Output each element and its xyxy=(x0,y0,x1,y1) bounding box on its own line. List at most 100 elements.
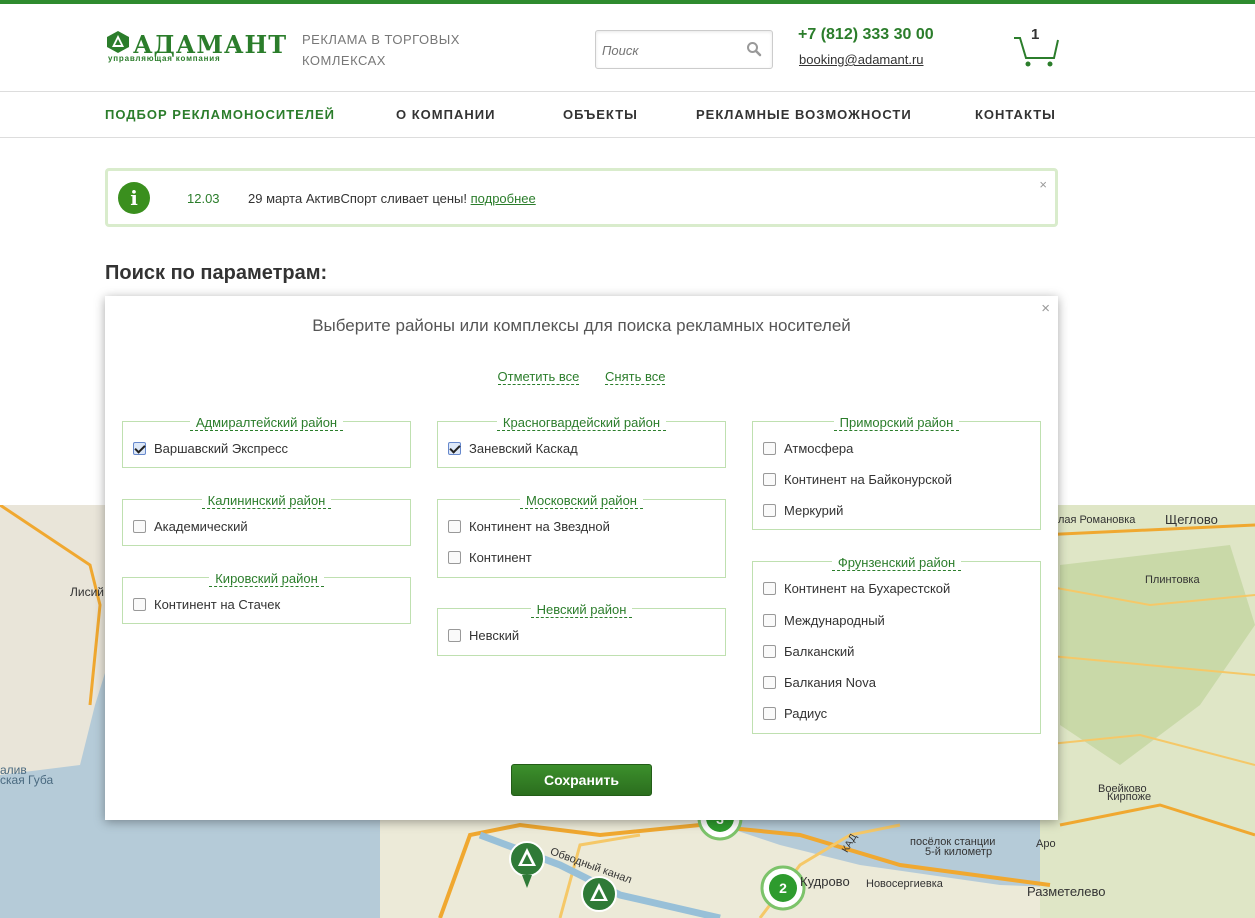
map-label: Щеглово xyxy=(1165,512,1218,527)
district-group: Красногвардейский район Заневский Каскад xyxy=(437,415,726,468)
map-label: Кирпоже xyxy=(1107,791,1152,803)
map-marker-icon[interactable] xyxy=(580,875,618,918)
search-box[interactable] xyxy=(595,30,773,69)
checkbox[interactable] xyxy=(448,519,461,533)
complex-option[interactable]: Континент на Звездной xyxy=(448,516,610,536)
nav-item-ad-options[interactable]: РЕКЛАМНЫЕ ВОЗМОЖНОСТИ xyxy=(696,107,912,122)
district-group: Приморский район Атмосфера Континент на … xyxy=(752,415,1041,530)
email-link[interactable]: booking@adamant.ru xyxy=(799,52,924,67)
district-group: Фрунзенский район Континент на Бухарестс… xyxy=(752,555,1041,734)
complex-option[interactable]: Радиус xyxy=(763,703,827,723)
complex-option[interactable]: Заневский Каскад xyxy=(448,438,578,458)
district-name[interactable]: Адмиралтейский район xyxy=(189,415,344,431)
map-label: лая Романовка xyxy=(1058,514,1136,526)
map-label: Плинтовка xyxy=(1145,574,1200,586)
complex-option[interactable]: Балкания Nova xyxy=(763,672,876,692)
complex-label: Варшавский Экспресс xyxy=(154,440,289,456)
district-name[interactable]: Красногвардейский район xyxy=(496,415,667,431)
complex-option[interactable]: Континент на Бухарестской xyxy=(763,578,950,598)
section-title: Поиск по параметрам: xyxy=(105,262,328,284)
complex-label: Атмосфера xyxy=(784,440,854,456)
notice-more-link[interactable]: подробнее xyxy=(471,191,536,206)
complex-option[interactable]: Меркурий xyxy=(763,500,843,520)
search-input[interactable] xyxy=(602,39,742,61)
dialog-title: Выберите районы или комплексы для поиска… xyxy=(312,316,851,335)
checkbox[interactable] xyxy=(763,644,776,658)
complex-option[interactable]: Невский xyxy=(448,625,519,645)
notice-close-icon[interactable]: × xyxy=(1039,177,1047,192)
district-group: Калининский район Академический xyxy=(122,493,411,546)
complex-label: Континент xyxy=(469,549,532,565)
checkbox[interactable] xyxy=(448,628,461,642)
map-label: Разметелево xyxy=(1027,884,1106,899)
complex-option[interactable]: Континент на Стачек xyxy=(133,594,280,614)
district-name[interactable]: Калининский район xyxy=(201,493,332,509)
map-marker-icon[interactable] xyxy=(508,840,546,890)
checkbox[interactable] xyxy=(763,675,776,689)
map-label: 5-й километр xyxy=(925,846,993,858)
checkbox[interactable] xyxy=(448,441,461,455)
notice-message: 29 марта АктивСпорт сливает цены! подроб… xyxy=(248,191,536,206)
main-nav: ПОДБОР РЕКЛАМОНОСИТЕЛЕЙ О КОМПАНИИ ОБЪЕК… xyxy=(0,92,1255,138)
district-name[interactable]: Кировский район xyxy=(209,571,324,587)
checkbox[interactable] xyxy=(763,472,776,486)
district-group: Адмиралтейский район Варшавский Экспресс xyxy=(122,415,411,468)
dialog-close-icon[interactable]: × xyxy=(1041,300,1050,317)
complex-label: Балканский xyxy=(784,643,855,659)
cart-count: 1 xyxy=(1031,26,1040,43)
map-label: Кудрово xyxy=(800,874,850,889)
district-name[interactable]: Фрунзенский район xyxy=(831,555,962,571)
district-group: Московский район Континент на Звездной К… xyxy=(437,493,726,578)
complex-label: Академический xyxy=(154,518,248,534)
nav-item-objects[interactable]: ОБЪЕКТЫ xyxy=(563,107,638,122)
checkbox[interactable] xyxy=(133,519,146,533)
notice-date: 12.03 xyxy=(187,191,220,206)
checkbox[interactable] xyxy=(763,581,776,595)
complex-option[interactable]: Балканский xyxy=(763,641,854,661)
clear-all-link[interactable]: Снять все xyxy=(605,369,666,385)
checkbox[interactable] xyxy=(763,613,776,627)
nav-item-about[interactable]: О КОМПАНИИ xyxy=(396,107,495,122)
search-icon[interactable] xyxy=(746,41,762,57)
complex-option[interactable]: Континент xyxy=(448,547,532,567)
map-label: ская Губа xyxy=(0,773,54,787)
map-label: Лисий xyxy=(70,585,104,599)
complex-option[interactable]: Континент на Байконурской xyxy=(763,469,952,489)
district-name[interactable]: Невский район xyxy=(530,602,633,618)
logo-subtitle: управляющая компания xyxy=(108,54,221,63)
tagline: РЕКЛАМА В ТОРГОВЫХ КОМЛЕКСАХ xyxy=(302,32,460,68)
map-label: Новосергиевка xyxy=(866,878,943,890)
checkbox[interactable] xyxy=(448,550,461,564)
checkbox[interactable] xyxy=(763,706,776,720)
complex-label: Заневский Каскад xyxy=(469,440,578,456)
complex-option[interactable]: Международный xyxy=(763,610,885,630)
save-button[interactable]: Сохранить xyxy=(511,764,652,796)
district-group: Невский район Невский xyxy=(437,602,726,656)
complex-label: Континент на Звездной xyxy=(469,518,610,534)
complex-label: Невский xyxy=(469,627,520,643)
phone-number[interactable]: +7 (812) 333 30 00 xyxy=(798,26,934,44)
checkbox[interactable] xyxy=(133,441,146,455)
checkbox[interactable] xyxy=(133,597,146,611)
complex-label: Балкания Nova xyxy=(784,674,876,690)
district-select-dialog: × Выберите районы или комплексы для поис… xyxy=(105,296,1058,820)
checkbox[interactable] xyxy=(763,503,776,517)
checkbox[interactable] xyxy=(763,441,776,455)
complex-option[interactable]: Атмосфера xyxy=(763,438,853,458)
district-name[interactable]: Приморский район xyxy=(833,415,960,431)
complex-option[interactable]: Варшавский Экспресс xyxy=(133,438,288,458)
nav-item-contacts[interactable]: КОНТАКТЫ xyxy=(975,107,1056,122)
district-name[interactable]: Московский район xyxy=(520,493,643,509)
map-label: Аро xyxy=(1036,838,1056,850)
complex-label: Международный xyxy=(784,612,885,628)
logo[interactable]: АДАМАНТ управляющая компания xyxy=(105,30,286,70)
complex-option[interactable]: Академический xyxy=(133,516,248,536)
select-all-link[interactable]: Отметить все xyxy=(497,369,580,385)
nav-item-selection[interactable]: ПОДБОР РЕКЛАМОНОСИТЕЛЕЙ xyxy=(105,107,335,122)
site-header: АДАМАНТ управляющая компания РЕКЛАМА В Т… xyxy=(0,4,1255,92)
notice-banner: i 12.03 29 марта АктивСпорт сливает цены… xyxy=(105,168,1058,227)
select-links: Отметить все Снять все xyxy=(105,369,1058,385)
complex-label: Континент на Стачек xyxy=(154,596,281,612)
complex-label: Континент на Бухарестской xyxy=(784,580,951,596)
notice-text: 29 марта АктивСпорт сливает цены! xyxy=(248,191,467,206)
